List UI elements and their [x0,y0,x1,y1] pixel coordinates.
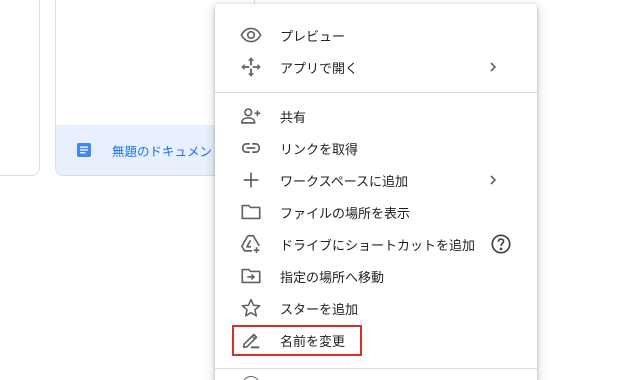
menu-item-label: スターを追加 [280,303,359,318]
menu-item-move-to[interactable]: 指定の場所へ移動 [215,260,537,292]
menu-divider [215,92,537,93]
menu-item-add-to-workspace[interactable]: ワークスペースに追加 [215,164,537,196]
file-card-partial[interactable] [0,0,40,176]
eye-icon [240,24,262,46]
menu-item-label: 共有 [280,111,307,126]
move-arrows-icon [240,56,262,78]
menu-item-label: リンクを取得 [280,143,359,158]
menu-item-label: ドライブにショートカットを追加 [280,239,476,254]
chevron-right-icon [485,59,501,75]
google-docs-icon [76,142,92,158]
move-to-folder-icon [240,265,262,287]
drive-add-shortcut-icon [240,233,262,255]
help-icon[interactable] [490,233,512,255]
rename-highlight-box [232,325,362,356]
menu-item-add-star[interactable]: スターを追加 [215,292,537,324]
menu-item-label: 指定の場所へ移動 [280,271,385,286]
add-person-icon [240,105,262,127]
folder-icon [240,201,262,223]
menu-item-label: ワークスペースに追加 [280,175,409,190]
plus-icon [240,169,262,191]
menu-item-get-link[interactable]: リンクを取得 [215,132,537,164]
link-icon [240,137,262,159]
chevron-right-icon [485,172,501,188]
context-menu: プレビュー アプリで開く 共有 リンクを取得 ワークスペースに追加 ファイルの場… [215,4,537,380]
star-icon [240,297,262,319]
menu-item-preview[interactable]: プレビュー [215,19,537,51]
menu-item-label: アプリで開く [280,62,359,77]
menu-item-show-file-location[interactable]: ファイルの場所を表示 [215,196,537,228]
file-card-title: 無題のドキュメント [112,143,225,159]
menu-item-add-shortcut[interactable]: ドライブにショートカットを追加 [215,228,537,260]
menu-item-label: プレビュー [280,30,346,45]
menu-divider [215,368,537,369]
menu-item-open-with[interactable]: アプリで開く [215,51,537,83]
menu-item-share[interactable]: 共有 [215,100,537,132]
info-icon[interactable] [242,376,260,380]
menu-item-label: ファイルの場所を表示 [280,207,411,222]
